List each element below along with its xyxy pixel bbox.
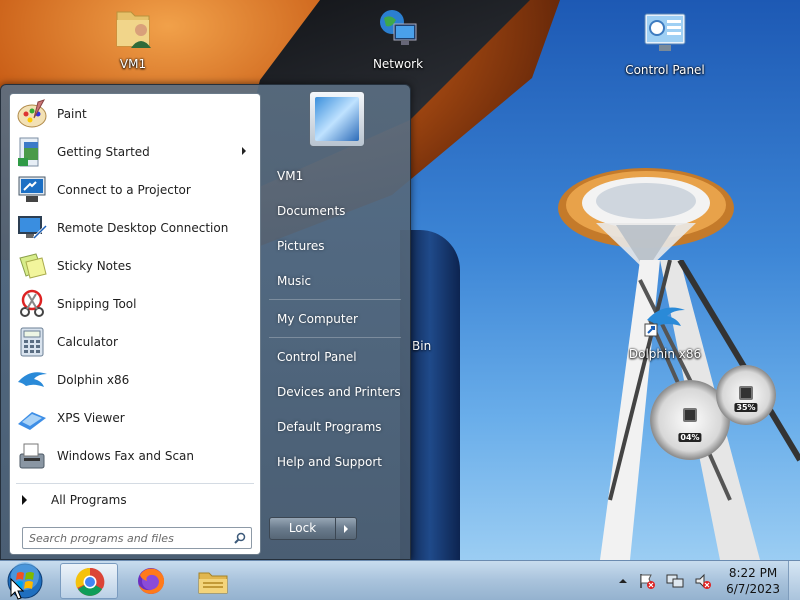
desktop-icon-network[interactable]: Network [353, 6, 443, 71]
link-documents[interactable]: Documents [277, 204, 345, 218]
program-calculator[interactable]: Calculator [12, 324, 258, 360]
link-my-computer[interactable]: My Computer [277, 312, 358, 326]
chrome-icon [75, 567, 105, 596]
lock-button[interactable]: Lock [269, 517, 357, 540]
taskbar-chrome[interactable] [60, 563, 118, 599]
program-label: Getting Started [57, 145, 150, 159]
space-needle-top [558, 168, 734, 271]
program-label: Calculator [57, 335, 118, 349]
remote-desktop-icon [18, 216, 48, 240]
system-clock[interactable]: 8:22 PM 6/7/2023 [726, 565, 780, 597]
network-icon [380, 10, 417, 45]
system-tray [618, 571, 712, 591]
recycle-bin-label-partial[interactable]: Bin [412, 339, 431, 353]
start-menu-programs-pane: Paint Getting Started Connect to a Proje… [9, 93, 261, 555]
program-label: Paint [57, 107, 87, 121]
link-music[interactable]: Music [277, 274, 311, 288]
control-panel-icon [644, 13, 686, 51]
program-remote-desktop[interactable]: Remote Desktop Connection [12, 210, 258, 246]
lock-label: Lock [270, 518, 336, 539]
divider [16, 483, 254, 484]
program-paint[interactable]: Paint [12, 96, 258, 132]
link-default-programs[interactable]: Default Programs [277, 420, 382, 434]
clock-time: 8:22 PM [728, 566, 778, 580]
taskbar: 8:22 PM 6/7/2023 [0, 560, 800, 600]
all-programs-button[interactable]: All Programs [20, 487, 254, 513]
projector-icon [18, 176, 46, 202]
program-label: Remote Desktop Connection [57, 221, 229, 235]
volume-muted-icon[interactable] [694, 573, 712, 589]
dolphin-icon [18, 372, 47, 387]
program-label: Snipping Tool [57, 297, 137, 311]
link-user-folder[interactable]: VM1 [277, 169, 303, 183]
firefox-icon [138, 568, 165, 594]
program-sticky-notes[interactable]: Sticky Notes [12, 248, 258, 284]
search-input[interactable]: Search programs and files [22, 527, 252, 549]
dolphin-icon [644, 307, 685, 337]
link-pictures[interactable]: Pictures [277, 239, 325, 253]
divider [269, 337, 401, 338]
sticky-notes-icon [19, 253, 47, 279]
fax-scan-icon [19, 443, 45, 469]
program-connect-projector[interactable]: Connect to a Projector [12, 172, 258, 208]
user-avatar[interactable] [309, 91, 365, 147]
taskbar-file-explorer[interactable] [184, 563, 242, 599]
program-label: Sticky Notes [57, 259, 132, 273]
start-menu-places-pane: VM1 Documents Pictures Music My Computer… [263, 85, 411, 561]
program-label: XPS Viewer [57, 411, 125, 425]
desktop-icon-vm1[interactable]: VM1 [88, 6, 178, 71]
program-label: Connect to a Projector [57, 183, 191, 197]
divider [269, 299, 401, 300]
getting-started-icon [18, 137, 39, 167]
desktop-icon-label: Dolphin x86 [628, 347, 702, 361]
memory-chip-icon [739, 386, 753, 400]
search-icon[interactable] [234, 532, 246, 544]
snipping-tool-icon [20, 289, 44, 317]
cpu-percent: 04% [678, 433, 702, 443]
clock-date: 6/7/2023 [726, 582, 780, 596]
desktop-icon-label: Network [372, 57, 424, 71]
program-label: Windows Fax and Scan [57, 449, 195, 463]
action-center-flag-icon[interactable] [638, 573, 656, 589]
triangle-right-icon [22, 495, 27, 505]
program-getting-started[interactable]: Getting Started [12, 134, 258, 170]
memory-meter-gadget[interactable]: 35% [716, 365, 776, 425]
program-fax-scan[interactable]: Windows Fax and Scan [12, 438, 258, 474]
user-folder-icon [116, 11, 151, 48]
link-devices-printers[interactable]: Devices and Printers [277, 385, 401, 399]
desktop-icon-control-panel[interactable]: Control Panel [620, 12, 710, 77]
network-status-icon[interactable] [666, 573, 684, 589]
program-xps-viewer[interactable]: XPS Viewer [12, 400, 258, 436]
calculator-icon [20, 327, 44, 357]
xps-viewer-icon [18, 412, 46, 430]
memory-percent: 35% [734, 402, 758, 412]
program-dolphin[interactable]: Dolphin x86 [12, 362, 258, 398]
desktop-icon-label: VM1 [119, 57, 147, 71]
mouse-cursor-icon [10, 578, 24, 600]
power-options-arrow-icon[interactable] [336, 518, 356, 539]
desktop-icon-label: Control Panel [625, 63, 705, 77]
submenu-arrow-icon [242, 147, 246, 155]
search-placeholder: Search programs and files [29, 532, 174, 545]
desktop-icon-dolphin[interactable]: Dolphin x86 [620, 296, 710, 361]
start-menu: Paint Getting Started Connect to a Proje… [0, 84, 411, 560]
show-hidden-icons-icon[interactable] [618, 576, 628, 586]
link-help-support[interactable]: Help and Support [277, 455, 382, 469]
cpu-chip-icon [683, 408, 697, 422]
paint-icon [17, 99, 47, 128]
file-explorer-icon [198, 572, 228, 594]
all-programs-label: All Programs [51, 493, 127, 507]
link-control-panel[interactable]: Control Panel [277, 350, 357, 364]
program-label: Dolphin x86 [57, 373, 130, 387]
show-desktop-button[interactable] [788, 561, 800, 600]
program-snipping-tool[interactable]: Snipping Tool [12, 286, 258, 322]
taskbar-firefox[interactable] [122, 563, 180, 599]
